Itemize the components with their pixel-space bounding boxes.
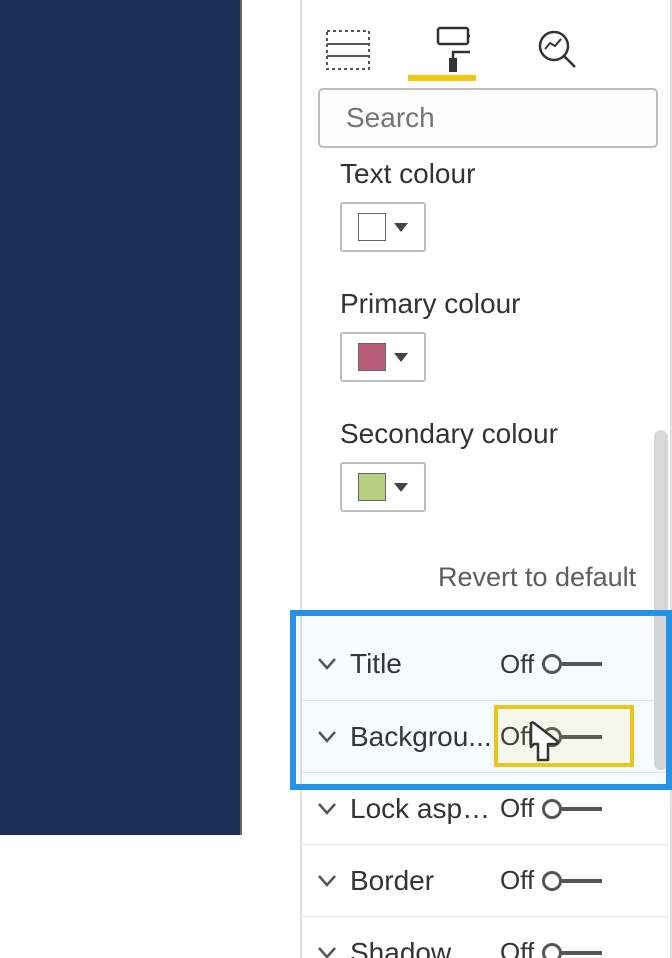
chevron-down-icon: [316, 870, 338, 892]
scrollbar-thumb[interactable]: [654, 430, 668, 770]
background-section-header[interactable]: Backgrou... Off: [300, 700, 668, 772]
chevron-down-icon: [316, 653, 338, 675]
border-label: Border: [350, 865, 500, 897]
revert-to-default-link[interactable]: Revert to default: [438, 562, 636, 593]
text-colour-section: Text colour: [340, 158, 475, 252]
toggle-state-label: Off: [500, 865, 534, 896]
lock-aspect-label: Lock aspe...: [350, 793, 500, 825]
chevron-down-icon: [316, 798, 338, 820]
lock-aspect-section-header[interactable]: Lock aspe... Off: [300, 772, 668, 844]
lock-aspect-toggle[interactable]: [542, 799, 602, 819]
chevron-down-icon: [316, 942, 338, 958]
shadow-toggle[interactable]: [542, 943, 602, 958]
primary-colour-swatch: [358, 343, 386, 371]
background-toggle[interactable]: [542, 727, 602, 747]
shadow-section-header[interactable]: Shadow Off: [300, 916, 668, 958]
report-canvas-area[interactable]: [0, 0, 240, 835]
active-tab-indicator: [408, 75, 476, 81]
shadow-label: Shadow: [350, 937, 500, 958]
chevron-down-icon: [394, 483, 408, 492]
secondary-colour-picker[interactable]: [340, 462, 426, 512]
visualizations-tabs: [310, 20, 595, 80]
secondary-colour-label: Secondary colour: [340, 418, 558, 450]
chevron-down-icon: [394, 223, 408, 232]
title-toggle[interactable]: [542, 654, 602, 674]
primary-colour-section: Primary colour: [340, 288, 520, 382]
border-toggle[interactable]: [542, 871, 602, 891]
analytics-tab[interactable]: [520, 20, 595, 80]
toggle-state-label: Off: [500, 937, 534, 958]
search-input[interactable]: [346, 102, 672, 134]
canvas-edge: [240, 0, 242, 835]
primary-colour-label: Primary colour: [340, 288, 520, 320]
chevron-down-icon: [316, 726, 338, 748]
toggle-state-label: Off: [500, 793, 534, 824]
paint-roller-icon: [436, 26, 470, 74]
fields-tab[interactable]: [310, 20, 385, 80]
fields-tab-icon: [326, 30, 370, 70]
toggle-state-label: Off: [500, 721, 534, 752]
title-section-header[interactable]: Title Off: [300, 610, 668, 700]
title-label: Title: [350, 648, 500, 680]
text-colour-label: Text colour: [340, 158, 475, 190]
format-sections-list: Title Off Backgrou... Off Lock aspe... O…: [300, 610, 668, 958]
format-tab[interactable]: [415, 20, 490, 80]
secondary-colour-swatch: [358, 473, 386, 501]
primary-colour-picker[interactable]: [340, 332, 426, 382]
chevron-down-icon: [394, 353, 408, 362]
background-label: Backgrou...: [350, 721, 500, 753]
text-colour-swatch: [358, 213, 386, 241]
border-section-header[interactable]: Border Off: [300, 844, 668, 916]
toggle-state-label: Off: [500, 649, 534, 680]
search-box[interactable]: [318, 88, 658, 148]
text-colour-picker[interactable]: [340, 202, 426, 252]
secondary-colour-section: Secondary colour: [340, 418, 558, 512]
analytics-icon: [537, 29, 579, 71]
